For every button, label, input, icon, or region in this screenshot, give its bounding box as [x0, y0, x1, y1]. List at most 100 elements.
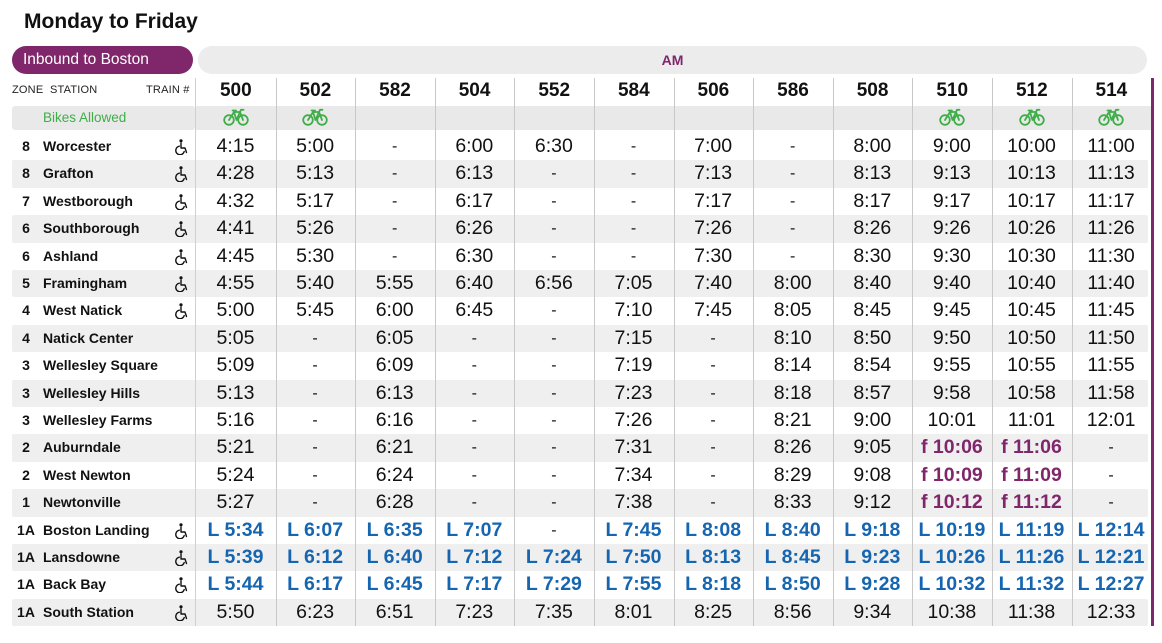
- departure-time: 8:14: [773, 354, 812, 377]
- zone-number: 5: [22, 275, 30, 291]
- departure-time: 10:00: [1007, 135, 1056, 157]
- departure-time: -: [630, 138, 637, 155]
- departure-time: L 11:26: [998, 546, 1065, 568]
- departure-time: -: [710, 466, 716, 484]
- departure-time: 6:30: [534, 135, 573, 157]
- departure-time: 9:58: [932, 381, 971, 404]
- departure-time: 6:30: [455, 244, 494, 267]
- station-name: Worcester: [43, 138, 112, 154]
- departure-time: 8:29: [773, 463, 812, 486]
- departure-time: -: [551, 384, 557, 402]
- wheelchair-accessible-icon: [175, 605, 189, 621]
- departure-time: -: [312, 494, 318, 512]
- departure-time: 7:05: [614, 272, 653, 294]
- departure-time: -: [630, 247, 637, 265]
- departure-time: -: [471, 384, 477, 402]
- train-number: 512: [1015, 80, 1048, 101]
- departure-time: 10:13: [1007, 162, 1056, 185]
- departure-time: 6:17: [455, 189, 494, 212]
- departure-time: L 9:23: [844, 546, 901, 568]
- departure-time: 6:40: [455, 272, 494, 294]
- departure-time: f 10:09: [920, 463, 983, 486]
- column-divider: [1072, 78, 1073, 626]
- bikes-allowed-label: Bikes Allowed: [12, 106, 195, 130]
- departure-time: 8:56: [773, 600, 812, 623]
- departure-time: 5:13: [216, 381, 255, 404]
- departure-time: 6:13: [455, 162, 494, 185]
- departure-time: 11:40: [1087, 272, 1135, 294]
- departure-time: 6:24: [375, 463, 414, 486]
- wheelchair-accessible-icon: [175, 194, 189, 210]
- station-name: Back Bay: [43, 576, 107, 593]
- departure-time: -: [551, 302, 557, 320]
- departure-time: 6:00: [455, 135, 494, 157]
- wheelchair-accessible-icon: [175, 550, 189, 566]
- zone-number: 1A: [17, 549, 35, 565]
- station-name: Newtonville: [43, 494, 121, 511]
- zone-number: 3: [22, 357, 30, 374]
- departure-time: 6:00: [375, 299, 414, 322]
- departure-time: L 8:50: [764, 573, 821, 596]
- departure-time: 4:55: [216, 272, 255, 294]
- train-number: 504: [458, 80, 491, 101]
- departure-time: 9:00: [853, 409, 892, 431]
- departure-time: 7:30: [694, 244, 733, 267]
- departure-time: 11:26: [1087, 217, 1135, 240]
- wheelchair-accessible-icon: [175, 577, 189, 593]
- departure-time: 7:19: [614, 354, 653, 377]
- departure-time: L 7:45: [605, 518, 662, 541]
- departure-time: -: [312, 384, 318, 402]
- train-number: 510: [936, 80, 969, 101]
- departure-time: f 10:06: [920, 436, 983, 459]
- wheelchair-accessible-icon: [175, 303, 189, 319]
- departure-time: 9:30: [932, 244, 971, 267]
- wheelchair-accessible-icon: [175, 276, 189, 292]
- bicycle-icon: [223, 108, 249, 126]
- wheelchair-accessible-icon: [175, 139, 189, 155]
- departure-time: L 10:19: [918, 518, 986, 541]
- departure-time: L 7:55: [605, 573, 662, 596]
- departure-time: L 5:39: [207, 546, 264, 568]
- departure-time: L 8:13: [685, 546, 742, 568]
- direction-tab[interactable]: Inbound to Boston: [12, 46, 193, 74]
- departure-time: -: [392, 138, 398, 155]
- zone-number: 8: [22, 138, 30, 154]
- train-number: 500: [219, 80, 252, 101]
- departure-time: 7:23: [614, 381, 653, 404]
- departure-time: 11:01: [1007, 409, 1056, 431]
- departure-time: -: [710, 384, 716, 402]
- train-number: 584: [617, 80, 650, 101]
- station-name: Lansdowne: [43, 549, 121, 565]
- departure-time: 5:40: [296, 272, 335, 294]
- zone-number: 6: [22, 247, 30, 264]
- departure-time: L 7:50: [605, 546, 662, 568]
- bicycle-icon: [939, 108, 965, 126]
- departure-time: 10:55: [1007, 354, 1056, 377]
- departure-time: L 12:14: [1077, 518, 1145, 541]
- departure-time: L 5:44: [207, 573, 264, 596]
- departure-time: -: [790, 247, 796, 265]
- departure-time: 5:00: [216, 299, 255, 322]
- departure-time: 8:13: [853, 162, 892, 185]
- departure-time: 5:27: [216, 491, 255, 514]
- station-name: Wellesley Hills: [43, 384, 141, 401]
- departure-time: -: [710, 357, 716, 375]
- station-name: Southborough: [43, 220, 140, 237]
- departure-time: -: [551, 247, 557, 265]
- departure-time: f 11:12: [1001, 491, 1062, 514]
- departure-time: f 11:09: [1001, 463, 1062, 486]
- departure-time: 6:13: [375, 381, 414, 404]
- departure-time: 11:58: [1087, 381, 1135, 404]
- departure-time: 10:17: [1007, 189, 1056, 212]
- departure-time: -: [471, 466, 477, 484]
- column-divider: [514, 78, 515, 626]
- departure-time: 11:00: [1087, 135, 1135, 157]
- train-number: 506: [697, 80, 730, 101]
- zone-number: 1A: [17, 576, 35, 593]
- departure-time: 8:01: [614, 600, 653, 623]
- departure-time: 9:40: [932, 272, 971, 294]
- departure-time: L 8:40: [764, 518, 821, 541]
- departure-time: 8:26: [773, 436, 812, 459]
- departure-time: 6:21: [375, 436, 414, 459]
- departure-time: 5:17: [296, 189, 335, 212]
